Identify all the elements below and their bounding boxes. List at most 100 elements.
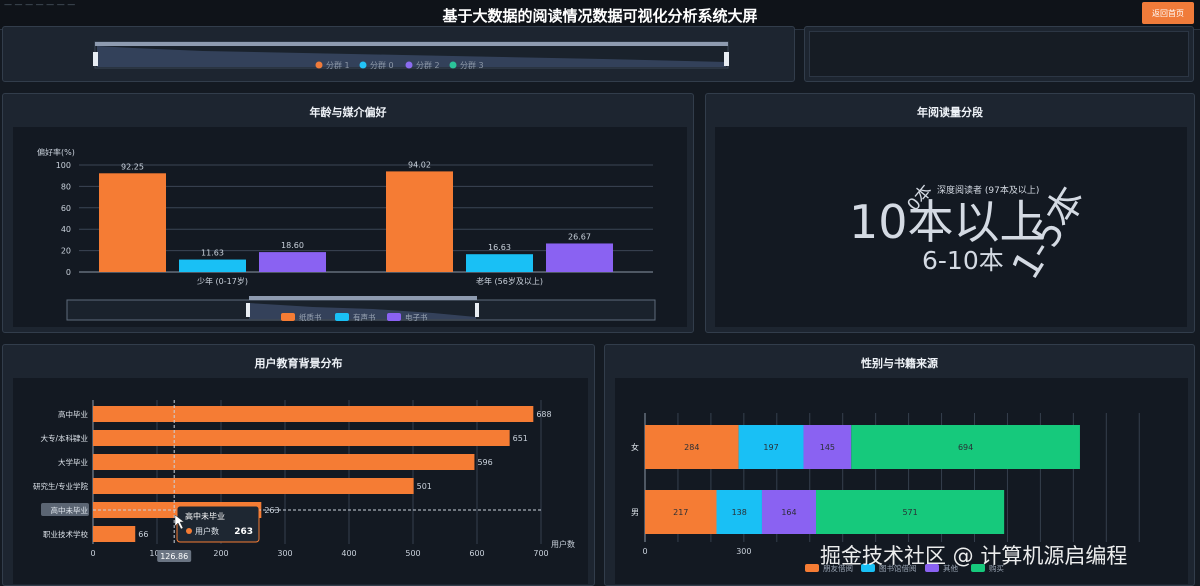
bar[interactable] (93, 430, 510, 446)
top-legend-label[interactable]: 分群 1 (326, 60, 350, 70)
y-tick-label: 20 (61, 247, 71, 256)
word-deep-reader[interactable]: 深度阅读者 (97本及以上) (937, 184, 1039, 196)
bar-value-label: 18.60 (281, 241, 304, 250)
segment-value-label: 197 (763, 443, 778, 452)
y-tick-label: 0 (66, 268, 71, 277)
y-category-label[interactable]: 高中未毕业 (51, 505, 89, 515)
x-tick-label: 300 (277, 549, 292, 558)
y-tick-label: 100 (56, 161, 71, 170)
bar-value-label: 16.63 (488, 243, 511, 252)
legend-marker[interactable] (805, 564, 819, 572)
bar-value-label: 92.25 (121, 162, 144, 171)
x-tick-label: 200 (213, 549, 228, 558)
segment-value-label: 694 (958, 443, 973, 452)
bar-value-label: 66 (138, 530, 148, 539)
zoom-slider-left-handle[interactable] (246, 303, 250, 317)
bar-value-label: 26.67 (568, 232, 591, 241)
y-tick-label: 80 (61, 182, 71, 191)
legend-label[interactable]: 有声书 (353, 312, 376, 322)
segment-value-label: 217 (673, 508, 688, 517)
bar[interactable] (93, 526, 136, 542)
y-tick-label: 40 (61, 225, 71, 234)
segment-value-label: 284 (684, 443, 699, 452)
annual-reading-title: 年阅读量分段 (917, 106, 983, 119)
word-cloud: 10本以上 1-5本 6-10本 0本 深度阅读者 (97本及以上) (849, 179, 1094, 287)
legend-marker[interactable] (281, 313, 295, 321)
page-title: 基于大数据的阅读情况数据可视化分析系统大屏 (442, 7, 758, 25)
top-left-panel: 分群 1 分群 0 分群 2 分群 3 (2, 26, 795, 82)
legend-marker[interactable] (387, 313, 401, 321)
y-tick-label: 60 (61, 204, 71, 213)
bar-value-label: 596 (477, 458, 492, 467)
tooltip-marker (186, 528, 192, 534)
y-axis-label: 偏好率(%) (37, 147, 75, 157)
bar-value-label: 651 (513, 434, 528, 443)
back-home-button[interactable]: 返回首页 (1142, 2, 1194, 24)
bar[interactable] (259, 252, 326, 272)
tooltip-series: 用户数 (195, 526, 219, 536)
top-legend-marker[interactable] (359, 61, 367, 69)
x-axis-label: 用户数 (551, 539, 575, 549)
education-panel: 用户教育背景分布 0 100 200 300 400 500 600 700 用户数 688 高中毕… (2, 344, 595, 586)
y-category-label[interactable]: 职业技术学校 (43, 529, 88, 539)
bar[interactable] (99, 173, 166, 272)
bar[interactable] (466, 254, 533, 272)
segment-value-label: 571 (902, 508, 917, 517)
x-tick-label: 600 (469, 549, 484, 558)
x-category-label: 少年 (0-17岁) (197, 276, 248, 286)
top-legend-marker[interactable] (405, 61, 413, 69)
education-title: 用户教育背景分布 (254, 357, 343, 370)
y-category-label[interactable]: 大学毕业 (58, 457, 88, 467)
x-tick-label: 300 (736, 547, 751, 556)
tooltip-title: 高中未毕业 (185, 511, 225, 521)
bar-value-label: 501 (417, 482, 432, 491)
zoom-slider-bar[interactable] (249, 296, 477, 300)
segment-value-label: 145 (820, 443, 835, 452)
x-tick-label: 0 (90, 549, 95, 558)
legend-label[interactable]: 电子书 (405, 312, 428, 322)
bar-value-label: 263 (264, 506, 279, 515)
x-tick-label: 700 (533, 549, 548, 558)
top-legend-label[interactable]: 分群 3 (460, 60, 484, 70)
y-category-label: 男 (631, 508, 639, 517)
age-media-panel: 年龄与媒介偏好 偏好率(%) 100 80 60 40 20 0 92.25 11.63 18.6… (2, 93, 694, 333)
bar-value-label: 94.02 (408, 160, 431, 169)
legend-label[interactable]: 纸质书 (299, 312, 322, 322)
x-category-label: 老年 (56岁及以上) (476, 276, 543, 286)
y-category-label[interactable]: 研究生/专业学院 (33, 481, 89, 491)
bar[interactable] (93, 406, 534, 422)
bar[interactable] (386, 171, 453, 272)
top-zoom-handle-bar[interactable] (95, 42, 728, 46)
segment-value-label: 164 (781, 508, 796, 517)
top-legend-marker[interactable] (449, 61, 457, 69)
bar[interactable] (93, 454, 475, 470)
annual-reading-panel: 年阅读量分段 10本以上 1-5本 6-10本 0本 深度阅读者 (97本及以上… (705, 93, 1195, 333)
top-zoom-left-handle[interactable] (93, 52, 98, 66)
word-10-plus[interactable]: 10本以上 (849, 195, 1046, 249)
top-zoom-right-handle[interactable] (724, 52, 729, 66)
x-tick-label: 0 (642, 547, 647, 556)
pointer-value-text: 126.86 (160, 552, 188, 561)
zoom-slider-right-handle[interactable] (475, 303, 479, 317)
bar[interactable] (546, 243, 613, 272)
word-6-10[interactable]: 6-10本 (922, 246, 1004, 275)
segment-value-label: 138 (732, 508, 747, 517)
y-category-label[interactable]: 高中毕业 (58, 409, 88, 419)
legend-marker[interactable] (335, 313, 349, 321)
x-tick-label: 500 (405, 549, 420, 558)
top-legend-label[interactable]: 分群 0 (370, 60, 394, 70)
x-tick-label: 400 (341, 549, 356, 558)
age-media-title: 年龄与媒介偏好 (309, 106, 387, 119)
age-media-chart: 偏好率(%) 100 80 60 40 20 0 92.25 11.63 18.60 少年 (0-1… (37, 147, 656, 322)
gender-source-title: 性别与书籍来源 (861, 357, 938, 370)
y-category-label[interactable]: 大专/本科肄业 (40, 433, 88, 443)
top-strip-chart: 分群 1 分群 0 分群 2 分群 3 (93, 41, 729, 70)
bar-value-label: 11.63 (201, 249, 224, 258)
top-legend-marker[interactable] (315, 61, 323, 69)
y-category-label: 女 (631, 442, 639, 452)
bar[interactable] (179, 259, 246, 272)
tooltip-value: 263 (234, 527, 253, 537)
top-right-panel (804, 26, 1194, 82)
top-legend-label[interactable]: 分群 2 (416, 60, 440, 70)
bar[interactable] (93, 478, 414, 494)
